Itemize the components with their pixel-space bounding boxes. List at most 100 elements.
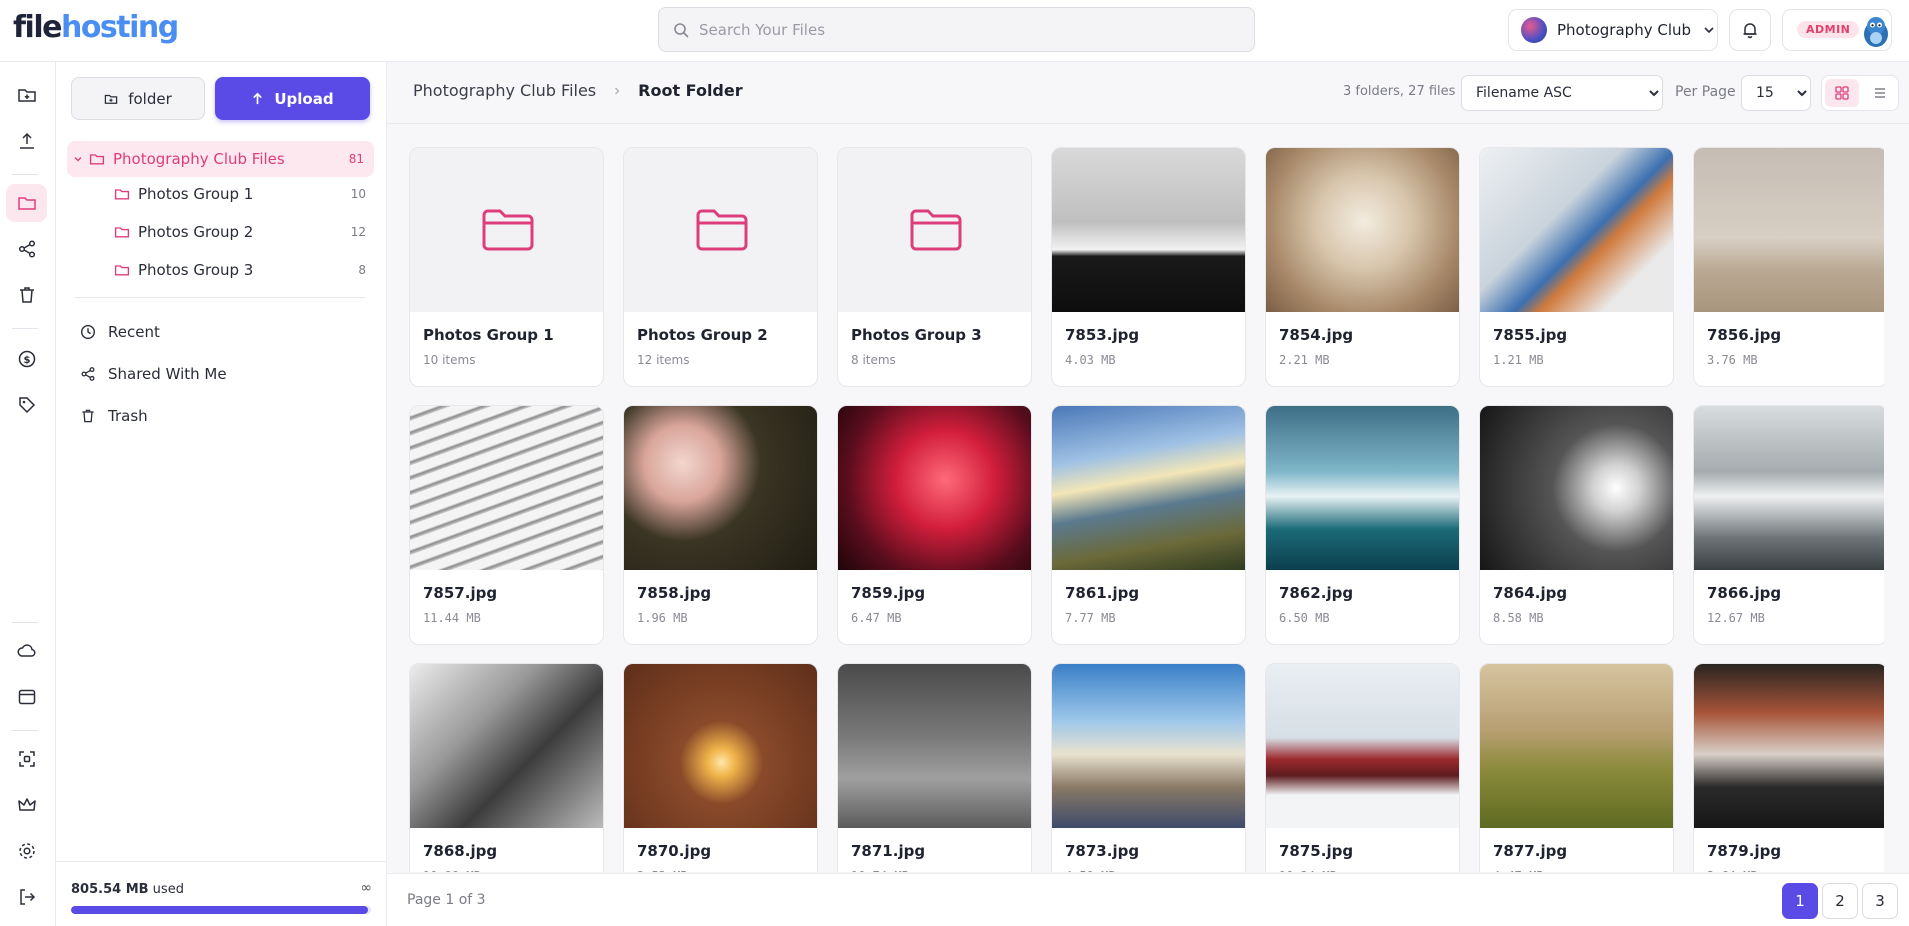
new-folder-button[interactable]: folder [71,77,205,120]
item-name: 7866.jpg [1707,584,1782,602]
file-size: 1.21 MB [1493,353,1544,367]
file-card[interactable]: 7854.jpg 2.21 MB [1265,147,1460,387]
image-thumbnail [1052,664,1245,828]
item-name: 7858.jpg [637,584,712,602]
folder-icon [114,189,130,200]
search-icon [674,22,689,37]
browser-window-icon [18,689,35,705]
crown-icon [17,798,36,811]
file-card[interactable]: 7864.jpg 8.58 MB [1479,405,1674,645]
file-card[interactable]: 7875.jpg 10.24 MB [1265,663,1460,872]
rail-files[interactable] [6,184,47,222]
rail-premium[interactable] [6,786,47,824]
rail-billing[interactable]: $ [6,340,47,378]
tree-item-photos-group-3[interactable]: Photos Group 3 8 [114,254,374,286]
file-card[interactable]: 7871.jpg 10.74 MB [837,663,1032,872]
file-size: 6.50 MB [1279,611,1330,625]
workspace-name: Photography Club [1557,21,1692,39]
file-card[interactable]: 7879.jpg 3.64 MB [1693,663,1884,872]
tag-icon [18,397,35,414]
grid-icon [1835,86,1849,100]
rail-trash[interactable] [6,276,47,314]
file-card[interactable]: 7859.jpg 6.47 MB [837,405,1032,645]
file-card[interactable]: 7866.jpg 12.67 MB [1693,405,1884,645]
rail-cloud[interactable] [6,632,47,670]
tree-item-photos-group-1[interactable]: Photos Group 1 10 [114,178,374,210]
image-thumbnail [624,664,817,828]
file-card[interactable]: 7873.jpg 4.59 MB [1051,663,1246,872]
tree-item-root[interactable]: Photography Club Files 81 [67,141,374,177]
storage-usage: 805.54 MB used ∞ [56,861,387,926]
item-name: 7859.jpg [851,584,926,602]
nav-recent[interactable]: Recent [80,315,360,349]
rail-shared[interactable] [6,230,47,268]
folder-icon [114,265,130,276]
file-grid: Photos Group 1 10 items Photos Group 2 12 i… [409,147,1884,872]
sort-select[interactable]: Filename ASCFilename DESCSize ASCSize DE… [1461,75,1663,111]
image-thumbnail [624,406,817,570]
file-card[interactable]: 7857.jpg 11.44 MB [409,405,604,645]
rail-divider [12,174,38,175]
file-card[interactable]: 7856.jpg 3.76 MB [1693,147,1884,387]
item-count: 12 items [637,353,690,367]
item-name: 7854.jpg [1279,326,1354,344]
folder-icon [114,227,130,238]
rail-new-folder[interactable] [6,76,47,114]
workspace-avatar [1521,17,1547,43]
rail-tags[interactable] [6,386,47,424]
chevron-down-icon[interactable] [73,154,83,164]
list-view-button[interactable] [1862,79,1896,107]
nav-shared-with-me[interactable]: Shared With Me [80,357,360,391]
nav-trash[interactable]: Trash [80,399,360,433]
page-button-2[interactable]: 2 [1822,883,1858,919]
search-input[interactable] [699,20,1219,39]
main-content: Photography Club Files Root Folder 3 fol… [387,62,1909,926]
rail-settings[interactable] [6,832,47,870]
file-card[interactable]: 7862.jpg 6.50 MB [1265,405,1460,645]
folder-card[interactable]: Photos Group 1 10 items [409,147,604,387]
item-name: 7879.jpg [1707,842,1782,860]
clock-icon [80,324,96,340]
page-button-1[interactable]: 1 [1782,883,1818,919]
file-card[interactable]: 7870.jpg 2.53 MB [623,663,818,872]
workspace-switcher[interactable]: Photography Club [1508,9,1718,51]
breadcrumb-root[interactable]: Photography Club Files [413,81,596,100]
notifications-button[interactable] [1729,9,1771,51]
page-button-3[interactable]: 3 [1862,883,1898,919]
image-thumbnail [410,406,603,570]
item-name: 7868.jpg [423,842,498,860]
file-card[interactable]: 7861.jpg 7.77 MB [1051,405,1246,645]
rail-browser[interactable] [6,678,47,716]
file-card[interactable]: 7858.jpg 1.96 MB [623,405,818,645]
tree-item-photos-group-2[interactable]: Photos Group 2 12 [114,216,374,248]
trash-icon [19,287,34,303]
tree-item-count: 12 [350,225,366,239]
folder-sidebar: folder Upload Photography Club Files 81 … [56,62,387,926]
share-icon [18,240,35,258]
grid-view-button[interactable] [1825,79,1859,107]
item-name: 7873.jpg [1065,842,1140,860]
tree-item-label: Photography Club Files [113,150,285,168]
image-thumbnail [838,664,1031,828]
file-card[interactable]: 7868.jpg 10.90 MB [409,663,604,872]
upload-button[interactable]: Upload [215,77,370,120]
search-box[interactable] [658,7,1255,52]
tree-item-count: 10 [350,187,366,201]
item-name: 7857.jpg [423,584,498,602]
folder-card[interactable]: Photos Group 2 12 items [623,147,818,387]
file-card[interactable]: 7853.jpg 4.03 MB [1051,147,1246,387]
folder-card[interactable]: Photos Group 3 8 items [837,147,1032,387]
breadcrumb-current: Root Folder [638,81,743,100]
rail-logout[interactable] [6,878,47,916]
storage-used-value: 805.54 MB [71,882,149,897]
per-page-select[interactable]: 153050 [1741,75,1811,111]
image-thumbnail [1480,406,1673,570]
rail-scan[interactable] [6,740,47,778]
file-size: 6.47 MB [851,611,902,625]
file-size: 10.24 MB [1279,869,1337,872]
user-menu[interactable]: ADMIN [1782,9,1892,51]
rail-upload[interactable] [6,122,47,160]
app-logo[interactable]: filehosting [13,8,179,48]
file-card[interactable]: 7855.jpg 1.21 MB [1479,147,1674,387]
file-card[interactable]: 7877.jpg 4.47 MB [1479,663,1674,872]
